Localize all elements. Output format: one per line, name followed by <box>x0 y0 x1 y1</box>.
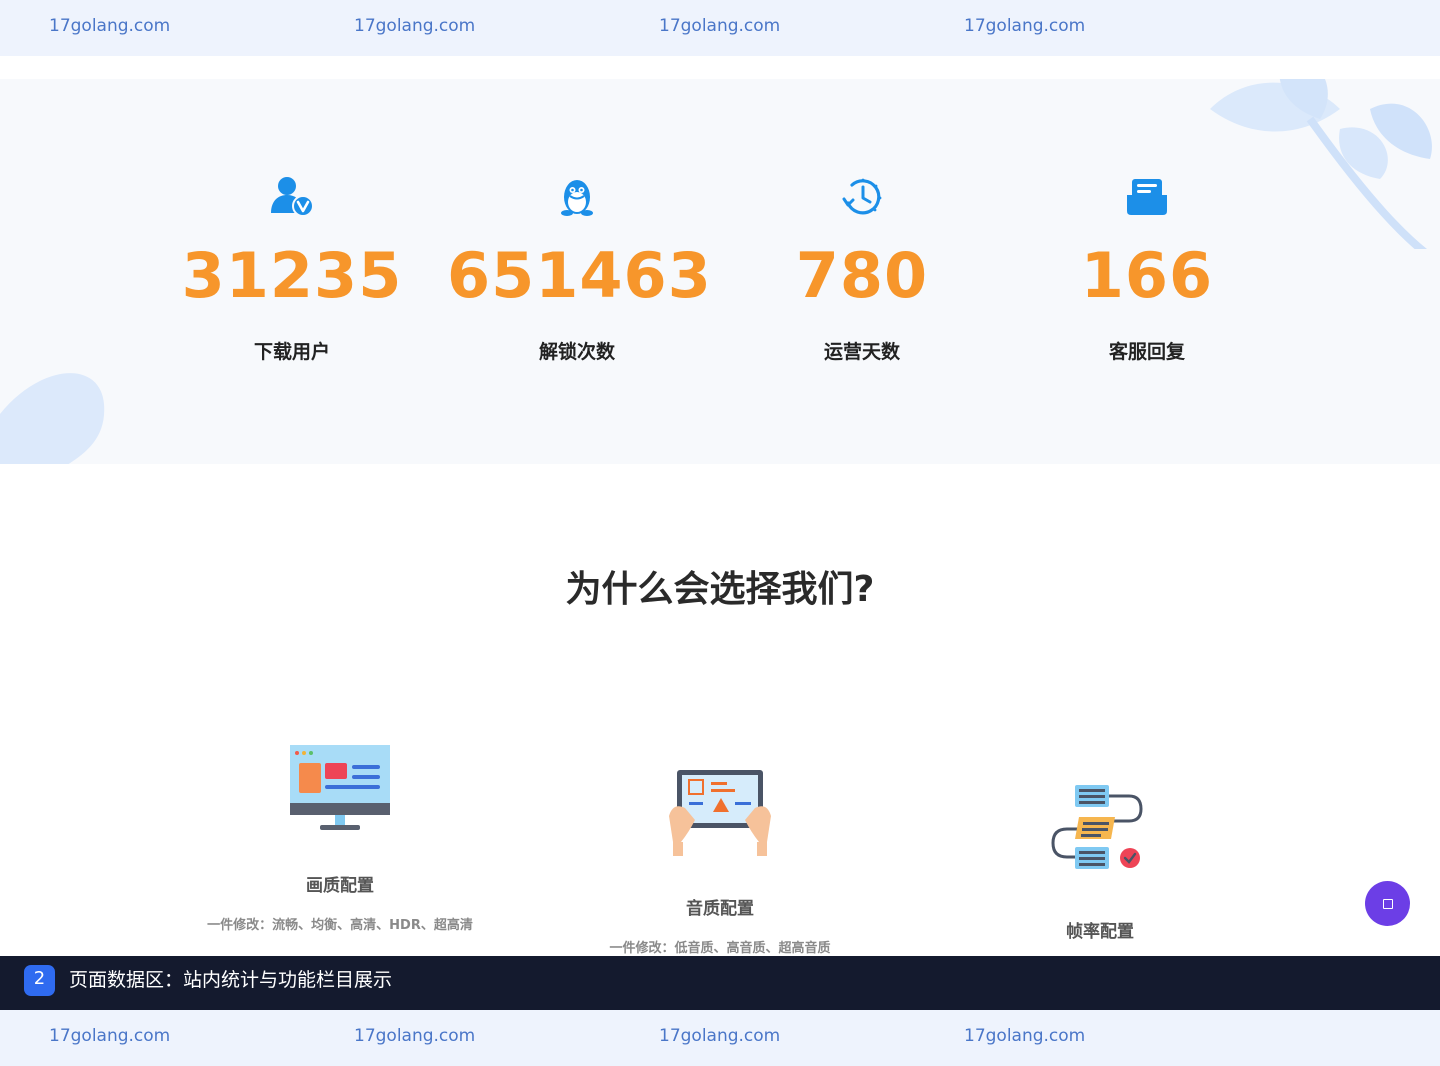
stat-value: 780 <box>795 239 929 312</box>
feature-card: 画质配置 一件修改：流畅、均衡、高清、HDR、超高清 <box>150 735 530 933</box>
feature-card: 帧率配置 <box>910 781 1290 960</box>
stat-label: 客服回复 <box>1108 341 1185 363</box>
leaf-decoration-icon <box>0 373 105 464</box>
stats-section: 31235 下载用户 651463 解锁次数 780 运营天数 166 客服回复 <box>0 79 1440 464</box>
stat-card: 166 客服回复 <box>1017 173 1277 364</box>
feature-title: 画质配置 <box>306 876 374 896</box>
watermark-text: 17golang.com <box>964 1026 1086 1046</box>
caption-text: 页面数据区：站内统计与功能栏目展示 <box>69 969 393 991</box>
floating-action-button[interactable] <box>1365 881 1410 926</box>
square-icon <box>1382 898 1393 909</box>
feature-title: 音质配置 <box>686 899 754 919</box>
watermark-text: 17golang.com <box>49 1026 171 1046</box>
watermark-text: 17golang.com <box>49 16 171 36</box>
flowchart-illustration-icon <box>1051 785 1143 869</box>
monitor-illustration-icon <box>290 745 390 830</box>
stat-value: 166 <box>1080 239 1214 312</box>
feature-desc: 一件修改：流畅、均衡、高清、HDR、超高清 <box>207 918 473 933</box>
stat-label: 解锁次数 <box>538 341 615 363</box>
feature-title: 帧率配置 <box>1066 922 1134 942</box>
caption-bar: 2 页面数据区：站内统计与功能栏目展示 <box>0 956 1440 1010</box>
watermark-text: 17golang.com <box>354 1026 476 1046</box>
watermark-bar-bottom: 17golang.com 17golang.com 17golang.com 1… <box>0 1010 1440 1066</box>
mail-inbox-icon <box>1127 179 1167 215</box>
watermark-text: 17golang.com <box>659 16 781 36</box>
stat-card: 651463 解锁次数 <box>447 173 712 364</box>
stat-label: 下载用户 <box>253 341 330 363</box>
qq-penguin-icon <box>561 180 593 216</box>
clock-history-icon <box>842 178 882 215</box>
verified-user-icon <box>271 177 314 217</box>
feature-desc: 一件修改：低音质、高音质、超高音质 <box>609 941 831 956</box>
stat-value: 31235 <box>181 239 403 312</box>
caption-badge: 2 <box>24 965 55 996</box>
watermark-bar-top: 17golang.com 17golang.com 17golang.com 1… <box>0 0 1440 56</box>
section-title: 为什么会选择我们? <box>565 569 875 610</box>
feature-card: 音质配置 一件修改：低音质、高音质、超高音质 <box>530 758 910 956</box>
tablet-hands-illustration-icon <box>669 770 771 856</box>
watermark-text: 17golang.com <box>659 1026 781 1046</box>
watermark-text: 17golang.com <box>354 16 476 36</box>
stat-label: 运营天数 <box>823 341 900 363</box>
stat-card: 780 运营天数 <box>732 173 992 364</box>
watermark-text: 17golang.com <box>964 16 1086 36</box>
stat-card: 31235 下载用户 <box>162 173 422 364</box>
stat-value: 651463 <box>447 239 712 312</box>
